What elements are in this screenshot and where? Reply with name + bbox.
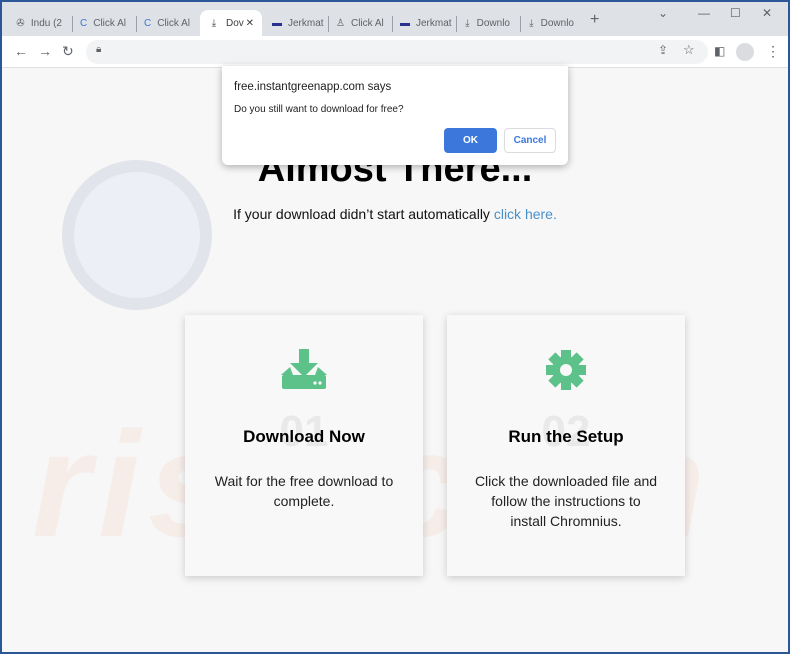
tab[interactable]: ⤓ Downlo — [456, 10, 518, 36]
tab-label: Click Al — [350, 17, 384, 29]
lock-icon: 🔒︎ — [96, 44, 102, 55]
tab-label: Jerkmat — [416, 17, 452, 29]
download-icon: ⤓ — [211, 17, 217, 29]
reload-button[interactable]: ↻ — [62, 43, 74, 60]
card-title: Download Now — [243, 427, 365, 446]
browser-window: ⌄ — ☐ ✕ ✇ Indu (2 C Click Al C Click Al ⤓ Dov ✕ ▬… — [2, 2, 788, 652]
download-drive-icon — [185, 349, 423, 396]
pill-icon: ▬ — [272, 17, 282, 29]
share-icon[interactable]: ⇪ — [658, 43, 668, 57]
subtext: If your download didn’t start automatica… — [2, 206, 788, 222]
tab-label: Downlo — [476, 17, 510, 29]
tab-label: Indu (2 — [30, 17, 62, 29]
tab[interactable]: C Click Al — [72, 10, 134, 36]
cancel-button[interactable]: Cancel — [504, 128, 556, 153]
tab-strip: ⌄ — ☐ ✕ ✇ Indu (2 C Click Al C Click Al ⤓ Dov ✕ ▬… — [2, 2, 788, 36]
c-logo-icon: C — [144, 17, 152, 29]
tab[interactable]: C Click Al — [136, 10, 198, 36]
dialog-message: Do you still want to download for free? — [234, 104, 404, 115]
download-icon: ⤓ — [465, 17, 470, 29]
card-run-setup: 02 Run the Setup Click the downloaded fi… — [447, 315, 685, 576]
tab[interactable]: ⤓ Dov ✕ — [200, 10, 262, 36]
click-here-link[interactable]: click here. — [494, 206, 557, 222]
alert-dialog: free.instantgreenapp.com says Do you sti… — [222, 66, 568, 165]
side-panel-icon[interactable]: ◧ — [714, 44, 725, 58]
menu-kebab-icon[interactable]: ⋮ — [766, 43, 780, 60]
card-download-now: 01 Download Now Wait for the free downlo… — [185, 315, 423, 576]
address-bar[interactable]: 🔒︎ ⇪ ☆ — [86, 40, 708, 64]
tab[interactable]: ▬ Jerkmat — [264, 10, 326, 36]
back-button[interactable]: ← — [14, 43, 28, 59]
person-icon: ♙ — [336, 17, 345, 29]
dialog-title: free.instantgreenapp.com says — [234, 81, 392, 93]
toolbar: ← → ↻ 🔒︎ ⇪ ☆ ◧ ⋮ — [2, 36, 788, 68]
tab[interactable]: ⤓ Downlo — [520, 10, 582, 36]
subtext-label: If your download didn’t start automatica… — [233, 206, 494, 222]
profile-avatar[interactable] — [736, 43, 754, 61]
pill-icon: ▬ — [400, 17, 410, 29]
tab-label: Downlo — [540, 17, 574, 29]
bookmark-star-icon[interactable]: ☆ — [683, 42, 695, 58]
tab-label: Dov — [226, 17, 244, 29]
tab-label: Click Al — [157, 17, 191, 29]
gear-icon — [447, 349, 685, 396]
new-tab-button[interactable]: + — [590, 11, 599, 29]
card-title: Run the Setup — [508, 427, 624, 446]
tab[interactable]: ✇ Indu (2 — [8, 10, 70, 36]
film-reel-icon: ✇ — [16, 17, 25, 29]
tab[interactable]: ♙ Click Al — [328, 10, 390, 36]
close-window-button[interactable]: ✕ — [762, 6, 772, 20]
close-tab-icon[interactable]: ✕ — [246, 18, 254, 29]
card-description: Wait for the free download to complete. — [214, 473, 394, 509]
card-description: Click the downloaded file and follow the… — [474, 473, 658, 529]
download-icon: ⤓ — [529, 17, 534, 29]
minimize-button[interactable]: — — [698, 6, 710, 20]
maximize-button[interactable]: ☐ — [730, 6, 741, 20]
tab[interactable]: ▬ Jerkmat — [392, 10, 454, 36]
tab-search-icon[interactable]: ⌄ — [658, 6, 668, 20]
c-logo-icon: C — [80, 17, 88, 29]
forward-button[interactable]: → — [38, 43, 52, 59]
tab-label: Click Al — [93, 17, 127, 29]
tab-label: Jerkmat — [288, 17, 324, 29]
ok-button[interactable]: OK — [444, 128, 497, 153]
